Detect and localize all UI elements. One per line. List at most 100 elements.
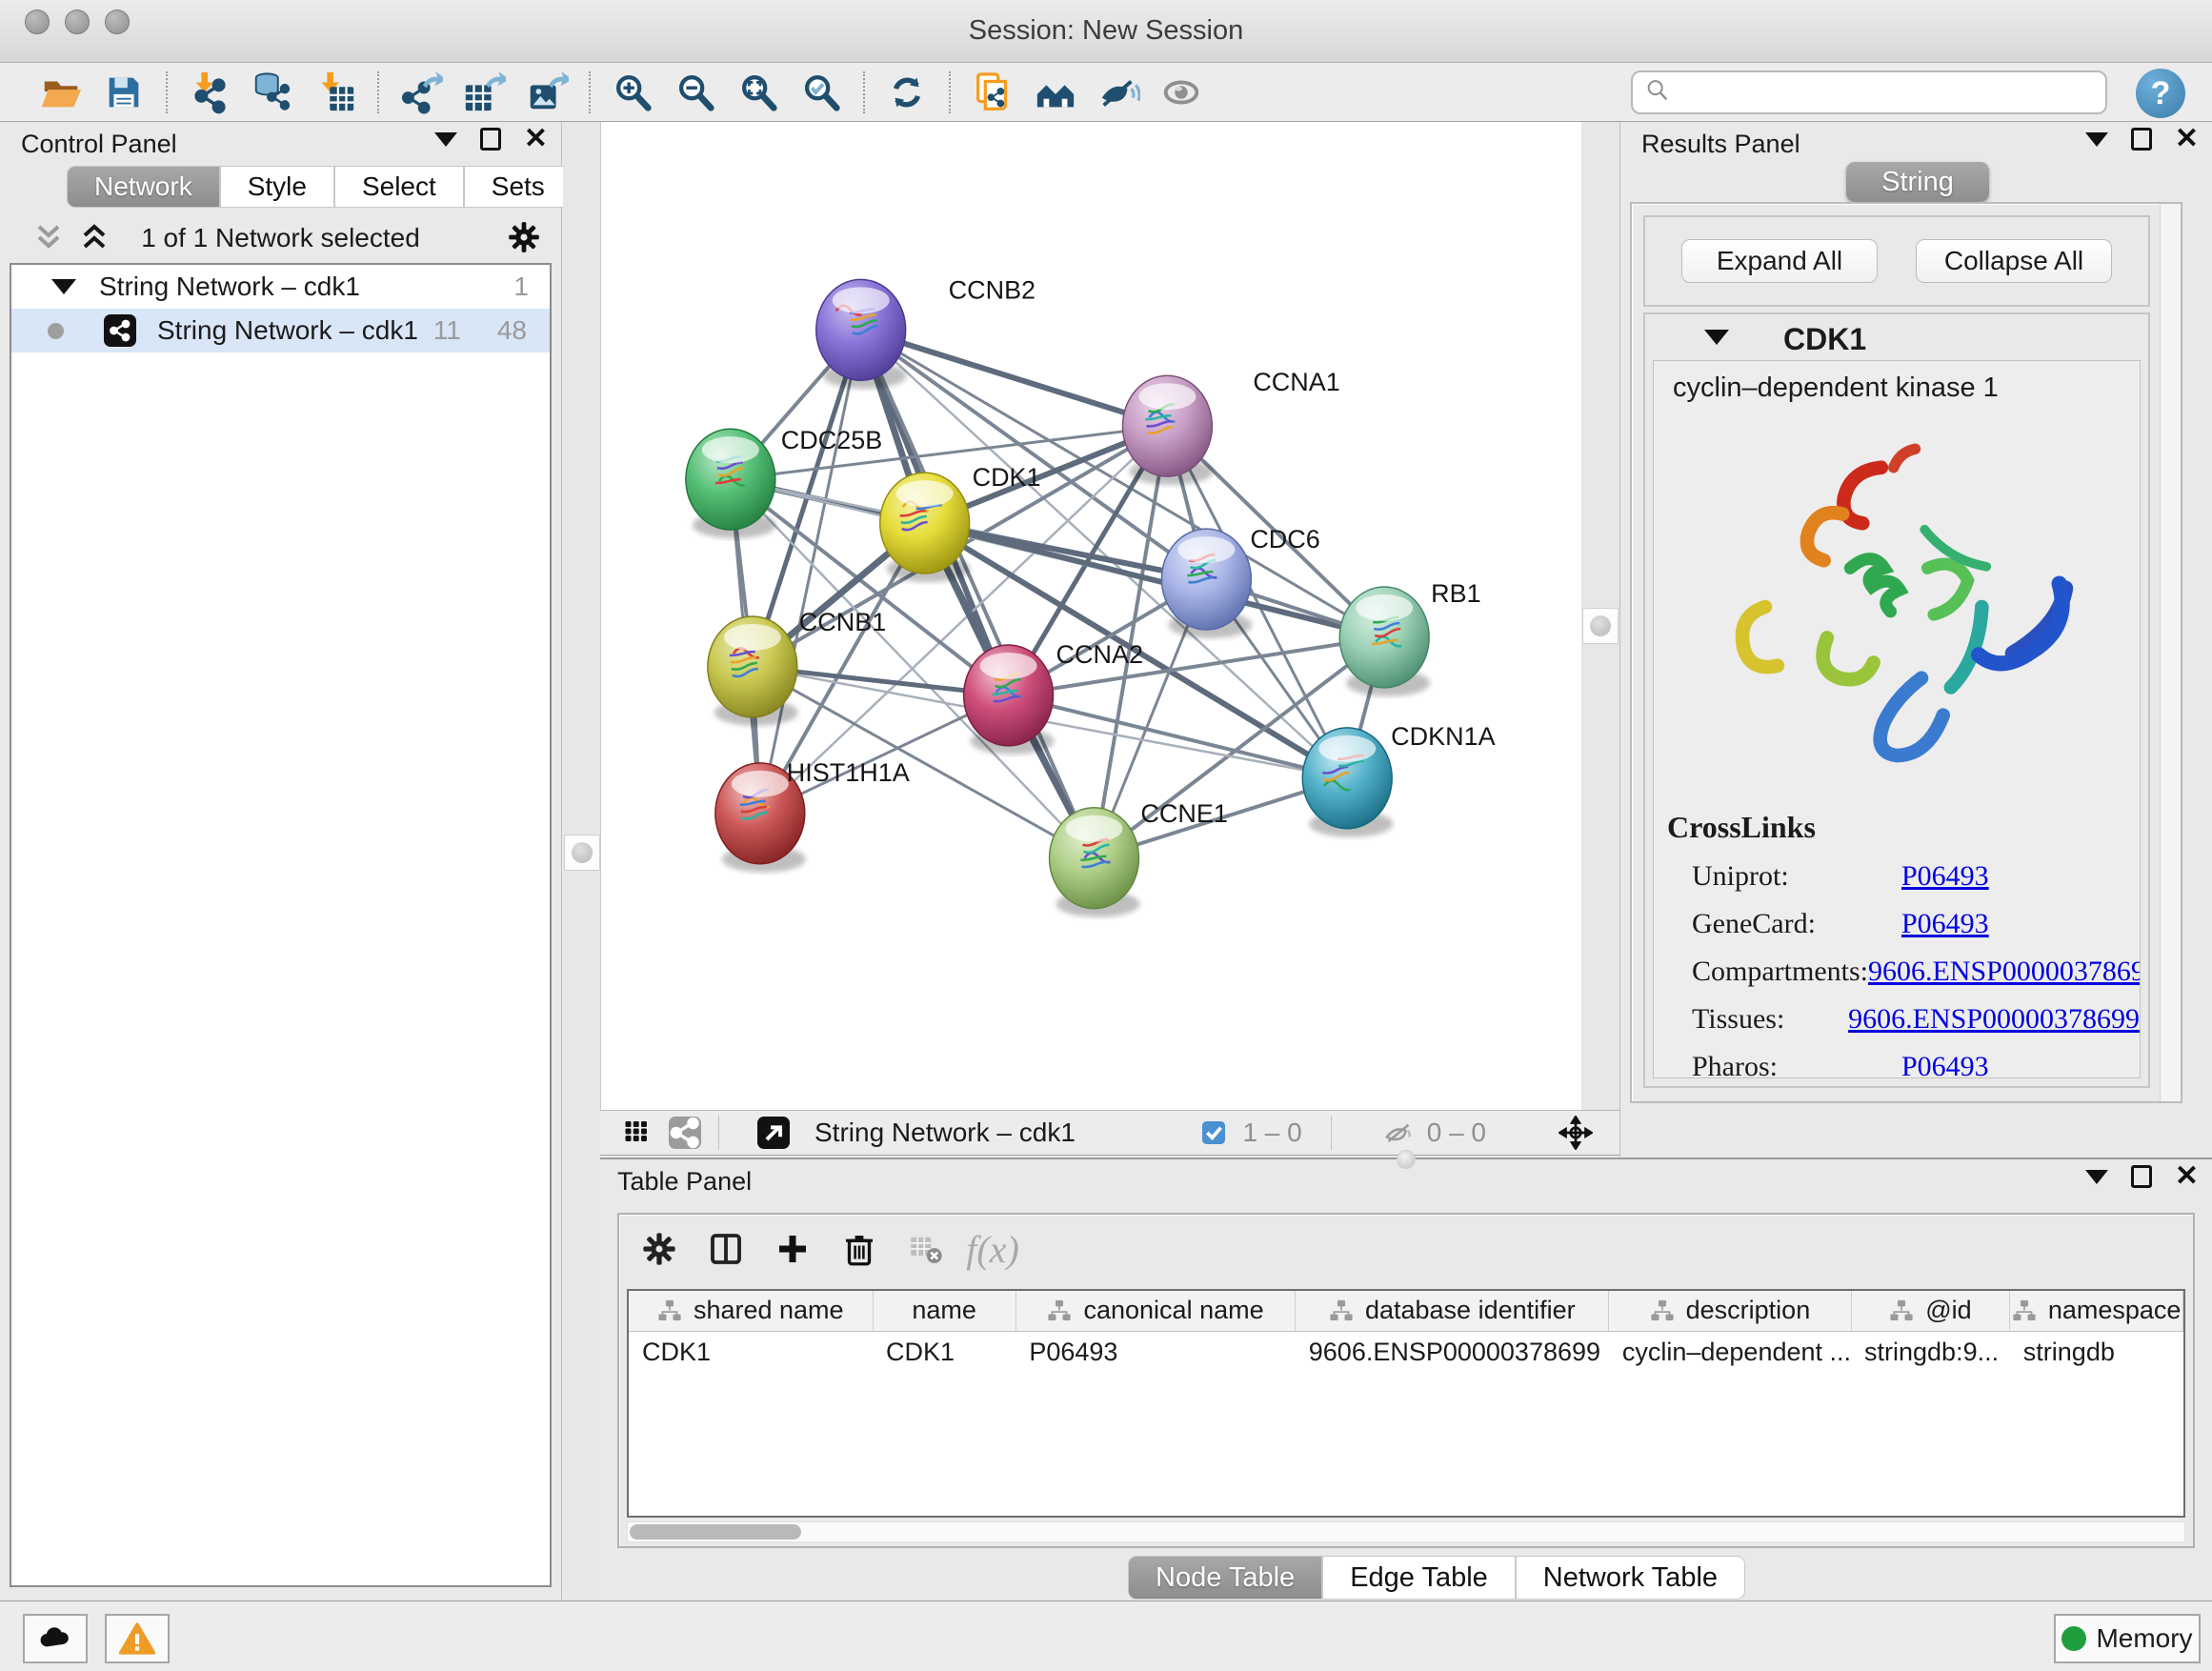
delete-column-icon[interactable] [835,1224,884,1274]
add-column-icon[interactable] [768,1224,817,1274]
crosslink-row: Tissues:9606.ENSP00000378699 [1692,1003,2140,1036]
table-hscrollbar[interactable] [627,1521,2185,1542]
network-node-CCNB1[interactable] [708,616,798,726]
network-node-CDKN1A[interactable] [1302,728,1393,837]
delete-table-icon [901,1224,951,1274]
tab-network[interactable]: Network [67,166,220,208]
float-panel-icon[interactable] [480,128,501,151]
table-settings-icon[interactable] [634,1224,684,1274]
network-node-CCNE1[interactable] [1050,808,1140,917]
network-edge[interactable] [861,330,1168,426]
close-panel-icon[interactable]: ✕ [524,128,548,151]
network-node-CCNA2[interactable] [964,645,1055,755]
crosslink-link[interactable]: P06493 [1901,1051,1989,1078]
tab-network-table[interactable]: Network Table [1516,1556,1745,1600]
splitter-handle-icon[interactable] [1590,615,1611,636]
zoom-out-button[interactable] [669,69,722,116]
grid-view-icon[interactable] [621,1116,655,1150]
tab-string[interactable]: String [1846,162,1989,202]
crosslink-link[interactable]: P06493 [1901,908,1989,940]
column-header-namespace[interactable]: namespace [2010,1291,2183,1331]
save-session-button[interactable] [97,69,151,116]
selected-checkbox-icon[interactable] [1196,1116,1231,1150]
table-row[interactable]: CDK1CDK1P064939606.ENSP00000378699cyclin… [629,1331,2183,1373]
hide-selected-button[interactable] [1092,69,1145,116]
gene-expander-icon[interactable] [1704,330,1729,345]
clone-network-button[interactable] [966,69,1019,116]
float-panel-icon[interactable] [2131,1165,2152,1188]
tab-node-table[interactable]: Node Table [1128,1556,1322,1600]
export-network-button[interactable] [394,69,448,116]
network-collection-row[interactable]: String Network – cdk1 1 [11,265,550,309]
show-columns-icon[interactable] [701,1224,751,1274]
refresh-button[interactable] [880,69,934,116]
crosslink-link[interactable]: P06493 [1901,860,1989,893]
splitter-handle-icon[interactable] [572,842,593,863]
float-panel-icon[interactable] [2131,128,2152,151]
close-panel-icon[interactable]: ✕ [2175,1165,2199,1188]
show-hidden-button[interactable] [1155,69,1208,116]
results-scrollbar[interactable] [2160,204,2181,1101]
column-header-name[interactable]: name [873,1291,1016,1331]
table-cell[interactable]: CDK1 [873,1331,1016,1373]
column-header-shared-name[interactable]: shared name [629,1291,873,1331]
zoom-selected-button[interactable] [794,69,848,116]
left-splitter[interactable] [563,122,600,1601]
open-session-button[interactable] [34,69,88,116]
export-table-button[interactable] [457,69,511,116]
collection-expander-icon[interactable] [51,279,76,294]
network-node-CCNB2[interactable] [816,279,907,389]
table-cell[interactable]: P06493 [1016,1331,1295,1373]
cloud-button[interactable] [23,1614,88,1663]
export-image-button[interactable] [520,69,573,116]
import-network-button[interactable] [183,69,236,116]
pan-tool-icon[interactable] [1558,1116,1593,1150]
search-input[interactable] [1679,78,2094,108]
network-node-CCNA1[interactable] [1122,375,1213,485]
column-header-database-identifier[interactable]: database identifier [1296,1291,1609,1331]
network-row[interactable]: String Network – cdk1 11 48 [11,309,550,352]
network-share-icon[interactable] [669,1117,701,1149]
right-splitter[interactable] [1581,122,1619,1110]
table-cell[interactable]: cyclin–dependent ... [1609,1331,1851,1373]
column-header--id[interactable]: @id [1851,1291,2010,1331]
column-header-canonical-name[interactable]: canonical name [1016,1291,1295,1331]
import-database-button[interactable] [246,69,299,116]
network-canvas[interactable]: CCNB2CCNA1CDC25BCDK1CDC6RB1CCNB1CCNA2CDK… [600,122,1581,1110]
memory-button[interactable]: Memory [2054,1614,2201,1663]
node-table[interactable]: shared namenamecanonical namedatabase id… [627,1289,2185,1518]
tab-edge-table[interactable]: Edge Table [1322,1556,1516,1600]
minimize-panel-icon[interactable] [2085,132,2108,147]
table-cell[interactable]: stringdb:9... [1851,1331,2010,1373]
tab-style[interactable]: Style [220,166,334,208]
warning-button[interactable] [105,1614,170,1663]
gear-icon[interactable] [506,219,542,260]
tab-sets[interactable]: Sets [464,166,573,208]
table-cell[interactable]: 9606.ENSP00000378699 [1296,1331,1609,1373]
network-node-RB1[interactable] [1339,587,1430,696]
expand-all-button[interactable]: Expand All [1681,239,1878,283]
collapse-all-button[interactable]: Collapse All [1916,239,2112,283]
network-node-CDC6[interactable] [1161,529,1252,638]
crosslink-link[interactable]: 9606.ENSP00000378699 [1868,956,2141,988]
network-node-CDC25B[interactable] [686,429,776,538]
search-box[interactable] [1631,70,2107,114]
table-cell[interactable]: stringdb [2010,1331,2183,1373]
zoom-fit-button[interactable] [732,69,785,116]
birdseye-view-icon[interactable] [757,1117,790,1149]
minimize-panel-icon[interactable] [434,132,457,147]
import-table-button[interactable] [309,69,362,116]
crosslink-link[interactable]: 9606.ENSP00000378699 [1848,1003,2140,1036]
help-button[interactable]: ? [2136,69,2185,118]
minimize-panel-icon[interactable] [2085,1170,2108,1184]
hidden-eye-icon[interactable] [1381,1116,1416,1150]
table-cell[interactable]: CDK1 [629,1331,873,1373]
close-panel-icon[interactable]: ✕ [2175,128,2199,151]
network-edge[interactable] [760,330,861,814]
network-node-CDK1[interactable] [880,473,971,582]
tab-select[interactable]: Select [334,166,464,208]
show-all-button[interactable] [1029,69,1082,116]
zoom-in-button[interactable] [606,69,659,116]
control-panel-tabs: NetworkStyleSelectSets [67,166,573,208]
column-header-description[interactable]: description [1609,1291,1851,1331]
